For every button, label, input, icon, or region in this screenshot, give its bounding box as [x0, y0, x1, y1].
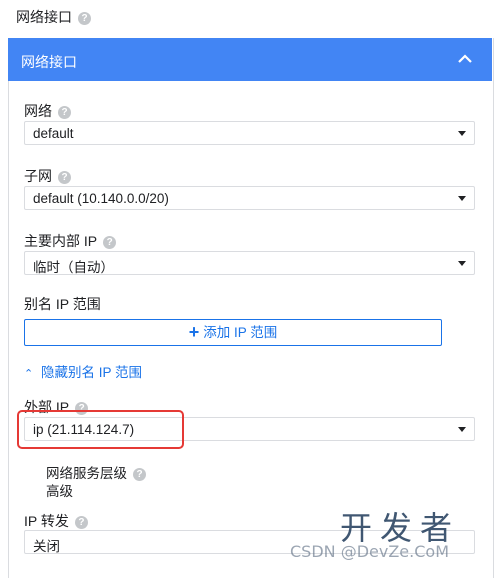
- hide-alias-ip-link[interactable]: ⌃ 隐藏别名 IP 范围: [24, 361, 142, 381]
- network-tier-label: 网络服务层级?: [46, 462, 146, 482]
- network-tier-value: 高级: [46, 484, 73, 499]
- panel-title: 网络接口: [21, 54, 77, 70]
- internal-ip-label: 主要内部 IP?: [24, 231, 117, 251]
- dropdown-arrow-icon: [458, 196, 466, 201]
- dropdown-arrow-icon: [458, 427, 466, 432]
- highlight-box: [17, 410, 184, 449]
- watermark-text: CSDN @DevZe.CoM: [290, 542, 449, 561]
- help-icon[interactable]: ?: [133, 467, 146, 481]
- hide-alias-ip-label: 隐藏别名 IP 范围: [41, 365, 143, 380]
- network-label: 网络?: [24, 101, 71, 121]
- ip-forwarding-label: IP 转发?: [24, 511, 88, 531]
- subnet-label: 子网?: [24, 166, 71, 186]
- internal-ip-select[interactable]: 临时（自动）: [24, 251, 475, 275]
- panel-header[interactable]: 网络接口: [8, 38, 492, 81]
- plus-icon: +: [188, 322, 200, 342]
- collapse-icon: ⌃: [24, 368, 34, 380]
- help-icon[interactable]: ?: [78, 11, 91, 25]
- subnet-value: default (10.140.0.0/20): [33, 191, 169, 206]
- dropdown-arrow-icon: [458, 131, 466, 136]
- ip-forwarding-value: 关闭: [33, 539, 60, 554]
- dropdown-arrow-icon: [458, 261, 466, 266]
- help-icon[interactable]: ?: [58, 170, 71, 184]
- help-icon[interactable]: ?: [103, 235, 117, 249]
- chevron-up-icon[interactable]: [456, 50, 474, 68]
- add-ip-range-button[interactable]: + 添加 IP 范围: [24, 319, 442, 346]
- help-icon[interactable]: ?: [74, 515, 88, 529]
- help-icon[interactable]: ?: [58, 105, 71, 119]
- internal-ip-value: 临时（自动）: [33, 260, 114, 275]
- section-title: 网络接口?: [16, 7, 91, 27]
- subnet-select[interactable]: default (10.140.0.0/20): [24, 186, 475, 210]
- network-select[interactable]: default: [24, 121, 475, 145]
- alias-ip-label: 别名 IP 范围: [24, 296, 101, 312]
- add-ip-range-label: 添加 IP 范围: [203, 325, 278, 340]
- network-value: default: [33, 126, 74, 141]
